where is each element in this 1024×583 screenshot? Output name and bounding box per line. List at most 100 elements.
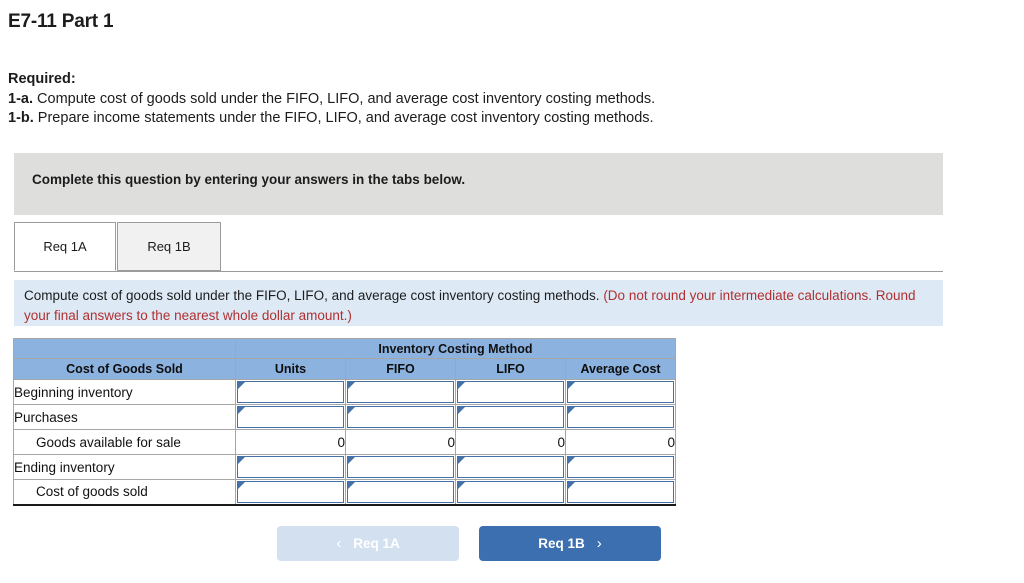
input-cogs-average-cost[interactable] xyxy=(567,481,674,503)
required-item-1a-label: 1-a. xyxy=(8,90,33,107)
cell-corner-marker-icon xyxy=(238,382,245,389)
cell-cogs-average-cost[interactable] xyxy=(565,479,676,506)
table-row: Goods available for sale 0 0 0 0 xyxy=(13,429,676,455)
tab-req-1a[interactable]: Req 1A xyxy=(14,222,116,271)
cell-corner-marker-icon xyxy=(348,382,355,389)
cell-purchases-lifo[interactable] xyxy=(455,404,566,430)
input-purchases-lifo[interactable] xyxy=(457,406,564,428)
required-item-1a: 1-a. Compute cost of goods sold under th… xyxy=(8,90,655,110)
input-purchases-fifo[interactable] xyxy=(347,406,454,428)
table-row: Ending inventory xyxy=(13,454,676,480)
value-goods-available-units: 0 xyxy=(235,429,346,455)
cell-cogs-fifo[interactable] xyxy=(345,479,456,506)
input-ending-inventory-units[interactable] xyxy=(237,456,344,478)
row-label-cost-of-goods-sold: Cost of goods sold xyxy=(13,479,236,506)
table-row: Purchases xyxy=(13,404,676,430)
input-ending-inventory-fifo[interactable] xyxy=(347,456,454,478)
column-header-average-cost: Average Cost xyxy=(565,358,676,380)
tab-req-1a-label: Req 1A xyxy=(43,239,87,254)
cell-corner-marker-icon xyxy=(568,457,575,464)
cell-purchases-units[interactable] xyxy=(235,404,346,430)
cell-corner-marker-icon xyxy=(238,457,245,464)
cell-ending-inventory-units[interactable] xyxy=(235,454,346,480)
input-ending-inventory-average-cost[interactable] xyxy=(567,456,674,478)
input-beginning-inventory-lifo[interactable] xyxy=(457,381,564,403)
instruction-black-text: Compute cost of goods sold under the FIF… xyxy=(24,288,604,303)
cell-beginning-inventory-units[interactable] xyxy=(235,379,346,405)
cell-ending-inventory-fifo[interactable] xyxy=(345,454,456,480)
input-purchases-average-cost[interactable] xyxy=(567,406,674,428)
prev-button-label: Req 1A xyxy=(353,536,400,551)
cell-corner-marker-icon xyxy=(238,482,245,489)
chevron-left-icon: ‹ xyxy=(336,535,342,552)
tab-req-1b[interactable]: Req 1B xyxy=(117,222,221,271)
cell-corner-marker-icon xyxy=(458,407,465,414)
cell-cogs-lifo[interactable] xyxy=(455,479,566,506)
table-column-header-row: Cost of Goods Sold Units FIFO LIFO Avera… xyxy=(13,358,676,380)
column-header-fifo: FIFO xyxy=(345,358,456,380)
table-group-header-inventory-costing-method: Inventory Costing Method xyxy=(235,338,676,359)
cell-corner-marker-icon xyxy=(458,482,465,489)
value-goods-available-average-cost: 0 xyxy=(565,429,676,455)
cell-corner-marker-icon xyxy=(348,482,355,489)
input-beginning-inventory-units[interactable] xyxy=(237,381,344,403)
required-block: Required: 1-a. Compute cost of goods sol… xyxy=(8,70,655,129)
table-body: Beginning inventory Purchases Goods avai… xyxy=(13,379,676,506)
value-goods-available-fifo: 0 xyxy=(345,429,456,455)
required-item-1b-label: 1-b. xyxy=(8,110,34,126)
instruction-text: Compute cost of goods sold under the FIF… xyxy=(24,286,935,326)
row-label-goods-available-for-sale: Goods available for sale xyxy=(13,429,236,455)
tab-strip-underline xyxy=(14,271,943,272)
required-item-1b: 1-b. Prepare income statements under the… xyxy=(8,109,655,129)
next-req-1b-button[interactable]: Req 1B › xyxy=(479,526,661,561)
cell-corner-marker-icon xyxy=(348,457,355,464)
banner-text: Complete this question by entering your … xyxy=(32,172,466,187)
cell-corner-marker-icon xyxy=(458,382,465,389)
tab-strip: Req 1A Req 1B xyxy=(0,222,943,272)
cell-purchases-average-cost[interactable] xyxy=(565,404,676,430)
cell-corner-marker-icon xyxy=(238,407,245,414)
cell-beginning-inventory-lifo[interactable] xyxy=(455,379,566,405)
cell-purchases-fifo[interactable] xyxy=(345,404,456,430)
cell-cogs-units[interactable] xyxy=(235,479,346,506)
row-label-purchases: Purchases xyxy=(13,404,236,430)
table-group-header-row: Inventory Costing Method xyxy=(13,338,676,359)
cell-corner-marker-icon xyxy=(568,407,575,414)
navigation-bar: ‹ Req 1A Req 1B › xyxy=(0,526,943,566)
cell-beginning-inventory-fifo[interactable] xyxy=(345,379,456,405)
column-header-cost-of-goods-sold: Cost of Goods Sold xyxy=(13,358,236,380)
input-cogs-units[interactable] xyxy=(237,481,344,503)
input-purchases-units[interactable] xyxy=(237,406,344,428)
row-label-beginning-inventory: Beginning inventory xyxy=(13,379,236,405)
cell-ending-inventory-lifo[interactable] xyxy=(455,454,566,480)
input-beginning-inventory-fifo[interactable] xyxy=(347,381,454,403)
table-head: Inventory Costing Method Cost of Goods S… xyxy=(13,338,676,380)
next-button-label: Req 1B xyxy=(538,536,585,551)
table-row: Beginning inventory xyxy=(13,379,676,405)
required-item-1a-text: Compute cost of goods sold under the FIF… xyxy=(33,90,656,107)
column-header-units: Units xyxy=(235,358,346,380)
page-title: E7-11 Part 1 xyxy=(8,11,114,32)
cell-beginning-inventory-average-cost[interactable] xyxy=(565,379,676,405)
cell-corner-marker-icon xyxy=(568,482,575,489)
tab-req-1b-label: Req 1B xyxy=(147,239,191,254)
required-heading: Required: xyxy=(8,71,76,87)
cost-of-goods-sold-table: Inventory Costing Method Cost of Goods S… xyxy=(13,338,676,506)
instruction-box: Compute cost of goods sold under the FIF… xyxy=(14,280,943,326)
table-group-header-blank xyxy=(13,338,236,359)
cell-corner-marker-icon xyxy=(458,457,465,464)
required-item-1b-text: Prepare income statements under the FIFO… xyxy=(33,110,654,126)
value-goods-available-lifo: 0 xyxy=(455,429,566,455)
cell-ending-inventory-average-cost[interactable] xyxy=(565,454,676,480)
cell-corner-marker-icon xyxy=(348,407,355,414)
input-ending-inventory-lifo[interactable] xyxy=(457,456,564,478)
input-cogs-lifo[interactable] xyxy=(457,481,564,503)
complete-question-banner: Complete this question by entering your … xyxy=(14,153,943,215)
chevron-right-icon: › xyxy=(596,535,602,552)
input-cogs-fifo[interactable] xyxy=(347,481,454,503)
row-label-ending-inventory: Ending inventory xyxy=(13,454,236,480)
prev-req-1a-button[interactable]: ‹ Req 1A xyxy=(277,526,459,561)
column-header-lifo: LIFO xyxy=(455,358,566,380)
input-beginning-inventory-average-cost[interactable] xyxy=(567,381,674,403)
table-row: Cost of goods sold xyxy=(13,479,676,506)
